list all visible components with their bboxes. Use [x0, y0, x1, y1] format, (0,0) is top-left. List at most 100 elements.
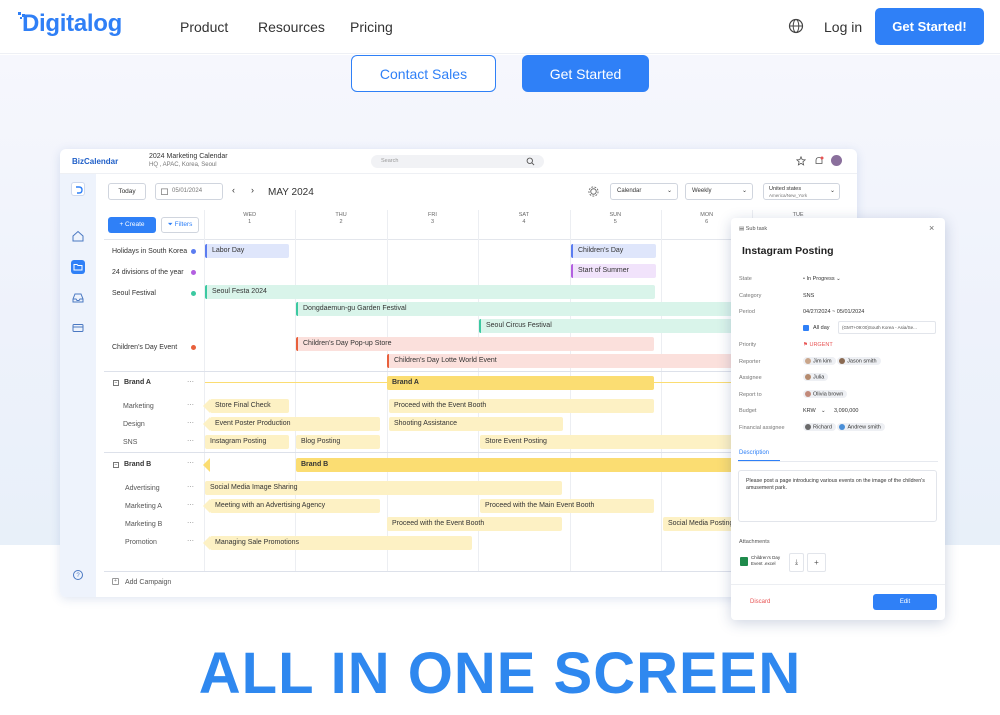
footer-divider [731, 584, 945, 585]
reportto-chip[interactable]: Olivia brown [803, 390, 848, 399]
more-icon[interactable]: ⋯ [187, 378, 194, 386]
urgent-icon: ⚑ [803, 342, 808, 348]
date-picker[interactable]: 05/01/2024 [155, 183, 223, 200]
home-icon[interactable] [71, 229, 85, 243]
today-button[interactable]: Today [108, 183, 146, 200]
logo[interactable]: Digitalog [22, 10, 122, 38]
task-bar[interactable]: Managing Sale Promotions [210, 536, 472, 550]
search-input[interactable]: Search [371, 155, 544, 168]
create-button[interactable]: + Create [108, 217, 156, 233]
settings-icon[interactable] [588, 186, 599, 197]
chevron-down-icon: ⌄ [742, 188, 748, 194]
task-bar[interactable]: Blog Posting [296, 435, 380, 449]
financial-chips[interactable]: Richard Andrew smith [803, 423, 885, 432]
close-icon[interactable]: × [929, 223, 934, 233]
search-placeholder: Search [381, 158, 399, 164]
priority-value[interactable]: ⚑ URGENT [803, 342, 833, 348]
region-select[interactable]: United states America/New_York ⌄ [763, 183, 840, 200]
chevron-down-icon: ⌄ [821, 408, 826, 414]
edit-button[interactable]: Edit [873, 594, 937, 610]
hero-get-started-button[interactable]: Get Started [522, 55, 649, 92]
add-campaign-link[interactable]: Add Campaign [125, 579, 171, 586]
avatar[interactable] [831, 155, 842, 166]
tab-description[interactable]: Description [739, 450, 769, 456]
budget-currency[interactable]: KRW [803, 408, 816, 414]
collapse-icon[interactable]: − [113, 462, 119, 468]
event-bar[interactable]: Children's Day [571, 244, 656, 258]
folder-icon[interactable] [71, 260, 85, 274]
event-bar[interactable]: Start of Summer [571, 264, 656, 278]
sub-row-label: Promotion [125, 539, 157, 546]
timezone-select[interactable]: (GMT+09:00)South Korea - Asia/Se... [838, 321, 936, 334]
more-icon[interactable]: ⋯ [187, 459, 194, 467]
avatar [805, 358, 811, 364]
description-box[interactable]: Please post a page introducing various e… [738, 470, 937, 522]
brand-bar[interactable]: Brand B [296, 458, 746, 472]
app-logo-icon[interactable] [71, 182, 85, 196]
event-bar[interactable]: Seoul Festa 2024 [205, 285, 655, 299]
more-icon[interactable]: ⋯ [187, 501, 194, 509]
more-icon[interactable]: ⋯ [187, 519, 194, 527]
more-icon[interactable]: ⋯ [187, 483, 194, 491]
nav-link-product[interactable]: Product [180, 19, 228, 35]
event-bar[interactable]: Seoul Circus Festival [479, 319, 739, 333]
task-bar[interactable]: Store Final Check [210, 399, 289, 413]
more-icon[interactable]: ⋯ [187, 437, 194, 445]
nav-link-pricing[interactable]: Pricing [350, 19, 393, 35]
more-icon[interactable]: ⋯ [187, 537, 194, 545]
login-link[interactable]: Log in [824, 19, 862, 35]
allday-checkbox[interactable] [803, 325, 809, 331]
download-icon[interactable]: ⤓ [789, 553, 804, 572]
state-select[interactable]: • In Progress ⌄ [803, 276, 841, 282]
event-bar[interactable]: Children's Day Lotte World Event [387, 354, 737, 368]
more-icon[interactable]: ⋯ [187, 419, 194, 427]
next-month-button[interactable]: › [251, 185, 254, 195]
help-icon[interactable]: ? [71, 568, 85, 582]
contact-sales-button[interactable]: Contact Sales [351, 55, 496, 92]
day-header-cell: FRI 3 [387, 212, 478, 226]
event-bar[interactable]: Dongdaemun-gu Garden Festival [296, 302, 736, 316]
task-bar[interactable]: Social Media Image Sharing [205, 481, 562, 495]
task-bar[interactable]: Store Event Posting [480, 435, 740, 449]
chevron-down-icon: ⌄ [667, 188, 673, 194]
prev-month-button[interactable]: ‹ [232, 185, 235, 195]
task-bar[interactable]: Instagram Posting [205, 435, 289, 449]
get-started-button[interactable]: Get Started! [875, 8, 984, 45]
task-bar[interactable]: Event Poster Production [210, 417, 380, 431]
budget-value[interactable]: 3,090,000 [834, 408, 858, 414]
bell-icon[interactable] [814, 156, 824, 166]
globe-icon[interactable] [788, 18, 804, 34]
filters-button[interactable]: ⏷ Filters [161, 217, 199, 233]
task-bar[interactable]: Proceed with the Event Booth [387, 517, 562, 531]
task-bar[interactable]: Proceed with the Main Event Booth [480, 499, 654, 513]
grid-column-line [295, 210, 297, 571]
assignee-chip[interactable]: Julia [803, 373, 829, 382]
reporter-chips[interactable]: Jim kim Jason smith [803, 357, 881, 366]
nav-link-resources[interactable]: Resources [258, 19, 325, 35]
more-icon[interactable]: ⋯ [187, 401, 194, 409]
category-value[interactable]: SNS [803, 293, 814, 299]
view-select[interactable]: Calendar ⌄ [610, 183, 678, 200]
date-value: 05/01/2024 [172, 188, 203, 194]
period-value[interactable]: 04/27/2024 ~ 05/01/2024 [803, 309, 864, 315]
event-bar[interactable]: Labor Day [205, 244, 289, 258]
legend-dot [191, 291, 196, 296]
add-icon[interactable]: + [112, 578, 119, 585]
discard-button[interactable]: Discard [750, 599, 770, 605]
star-icon[interactable] [796, 156, 806, 166]
add-attachment-button[interactable]: + [807, 553, 826, 572]
event-bar[interactable]: Children's Day Pop-up Store [296, 337, 654, 351]
brand-bar[interactable]: Brand A [387, 376, 654, 390]
card-icon[interactable] [71, 321, 85, 335]
inbox-icon[interactable] [71, 291, 85, 305]
attachment-file[interactable]: Children's Day Event .excel [738, 553, 788, 573]
top-navigation: Digitalog Product Resources Pricing Log … [0, 0, 1000, 54]
collapse-icon[interactable]: − [113, 380, 119, 386]
task-bar[interactable]: Shooting Assistance [389, 417, 563, 431]
task-bar[interactable]: Proceed with the Event Booth [389, 399, 654, 413]
calendar-subtitle: HQ , APAC, Korea, Seoul [149, 162, 217, 168]
calendar-icon [161, 188, 168, 195]
sub-row-label: Marketing A [125, 503, 162, 510]
task-bar[interactable]: Meeting with an Advertising Agency [210, 499, 380, 513]
period-select[interactable]: Weekly ⌄ [685, 183, 753, 200]
